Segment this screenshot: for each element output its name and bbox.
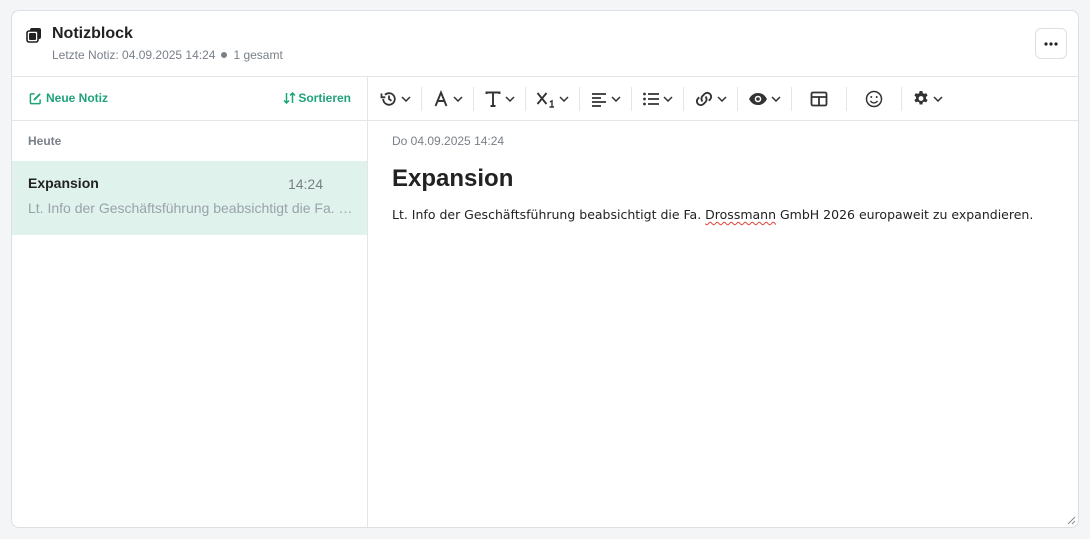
- link-button[interactable]: [690, 85, 731, 113]
- text-size-icon: [485, 91, 501, 107]
- notes-app-icon: [26, 28, 41, 43]
- note-item-preview: Lt. Info der Geschäftsführung beabsichti…: [28, 200, 360, 216]
- misspelled-word[interactable]: Drossmann: [705, 207, 776, 222]
- gear-icon: [914, 90, 928, 104]
- note-body[interactable]: Lt. Info der Geschäftsführung beabsichti…: [392, 207, 1054, 222]
- toolbar-divider: [473, 86, 474, 111]
- toolbar-divider: [525, 86, 526, 111]
- header: Notizblock Letzte Notiz: 04.09.2025 14:2…: [12, 11, 1078, 77]
- header-meta: Letzte Notiz: 04.09.2025 14:24 1 gesamt: [52, 48, 283, 62]
- note-title[interactable]: Expansion: [392, 165, 1054, 193]
- edit-icon: [29, 92, 41, 104]
- toolbar-divider: [631, 86, 632, 111]
- sort-button[interactable]: Sortieren: [283, 91, 351, 105]
- chevron-down-icon: [717, 95, 727, 102]
- eye-icon: [749, 92, 767, 105]
- app-title: Notizblock: [52, 25, 133, 42]
- toolbar-divider: [737, 86, 738, 111]
- list-icon: [643, 92, 659, 105]
- resize-handle-icon[interactable]: [1066, 515, 1076, 525]
- history-icon: [380, 91, 396, 106]
- note-editor: Do 04.09.2025 14:24 Expansion Lt. Info d…: [368, 77, 1078, 527]
- link-icon: [695, 91, 713, 106]
- note-item-time: 14:24: [287, 176, 323, 192]
- separator-dot: [221, 52, 228, 59]
- toolbar-divider: [683, 86, 684, 111]
- new-note-button[interactable]: Neue Notiz: [29, 91, 108, 105]
- sort-label: Sortieren: [298, 91, 351, 105]
- toolbar-divider: [579, 86, 580, 111]
- notes-sidebar: Neue Notiz Sortieren Heute Expansion 14:…: [12, 77, 368, 527]
- chevron-down-icon: [933, 95, 943, 102]
- emoji-icon: [865, 90, 883, 107]
- more-options-button[interactable]: [1035, 28, 1067, 59]
- chevron-down-icon: [401, 95, 411, 102]
- note-date: Do 04.09.2025 14:24: [392, 134, 505, 148]
- subscript-button[interactable]: [532, 85, 573, 113]
- editor-content[interactable]: Do 04.09.2025 14:24 Expansion Lt. Info d…: [368, 121, 1078, 235]
- chevron-down-icon: [663, 95, 673, 102]
- body-text-start: Lt. Info der Geschäftsführung beabsichti…: [392, 207, 706, 222]
- chevron-down-icon: [453, 95, 463, 102]
- last-note-info: Letzte Notiz: 04.09.2025 14:24: [52, 48, 216, 62]
- chevron-down-icon: [611, 95, 621, 102]
- note-list-item[interactable]: Expansion 14:24 Lt. Info der Geschäftsfü…: [12, 161, 367, 235]
- align-left-icon: [592, 92, 606, 107]
- total-count: 1 gesamt: [233, 48, 283, 62]
- emoji-button[interactable]: [853, 85, 895, 113]
- editor-toolbar: [368, 77, 1078, 121]
- chevron-down-icon: [505, 95, 515, 102]
- align-button[interactable]: [586, 85, 625, 113]
- notepad-card: Notizblock Letzte Notiz: 04.09.2025 14:2…: [11, 10, 1079, 528]
- text-size-button[interactable]: [480, 85, 519, 113]
- toolbar-divider: [846, 86, 847, 111]
- history-button[interactable]: [376, 85, 415, 113]
- subscript-icon: [536, 91, 554, 108]
- toolbar-divider: [421, 86, 422, 111]
- toolbar-divider: [791, 86, 792, 111]
- preview-button[interactable]: [744, 85, 785, 113]
- sort-icon: [283, 92, 296, 104]
- font-color-icon: [434, 89, 448, 106]
- more-horizontal-icon: [1044, 41, 1058, 46]
- table-button[interactable]: [798, 85, 840, 113]
- chevron-down-icon: [771, 95, 781, 102]
- settings-button[interactable]: [908, 85, 947, 113]
- sidebar-actions: Neue Notiz Sortieren: [12, 77, 367, 121]
- font-color-button[interactable]: [428, 85, 467, 113]
- note-item-title: Expansion: [28, 175, 99, 191]
- chevron-down-icon: [559, 95, 569, 102]
- table-icon: [810, 91, 828, 106]
- body-text-end: GmbH 2026 europaweit zu expandieren.: [776, 207, 1034, 222]
- new-note-label: Neue Notiz: [46, 91, 109, 105]
- list-button[interactable]: [638, 85, 677, 113]
- group-label-today: Heute: [28, 134, 62, 148]
- toolbar-divider: [901, 86, 902, 111]
